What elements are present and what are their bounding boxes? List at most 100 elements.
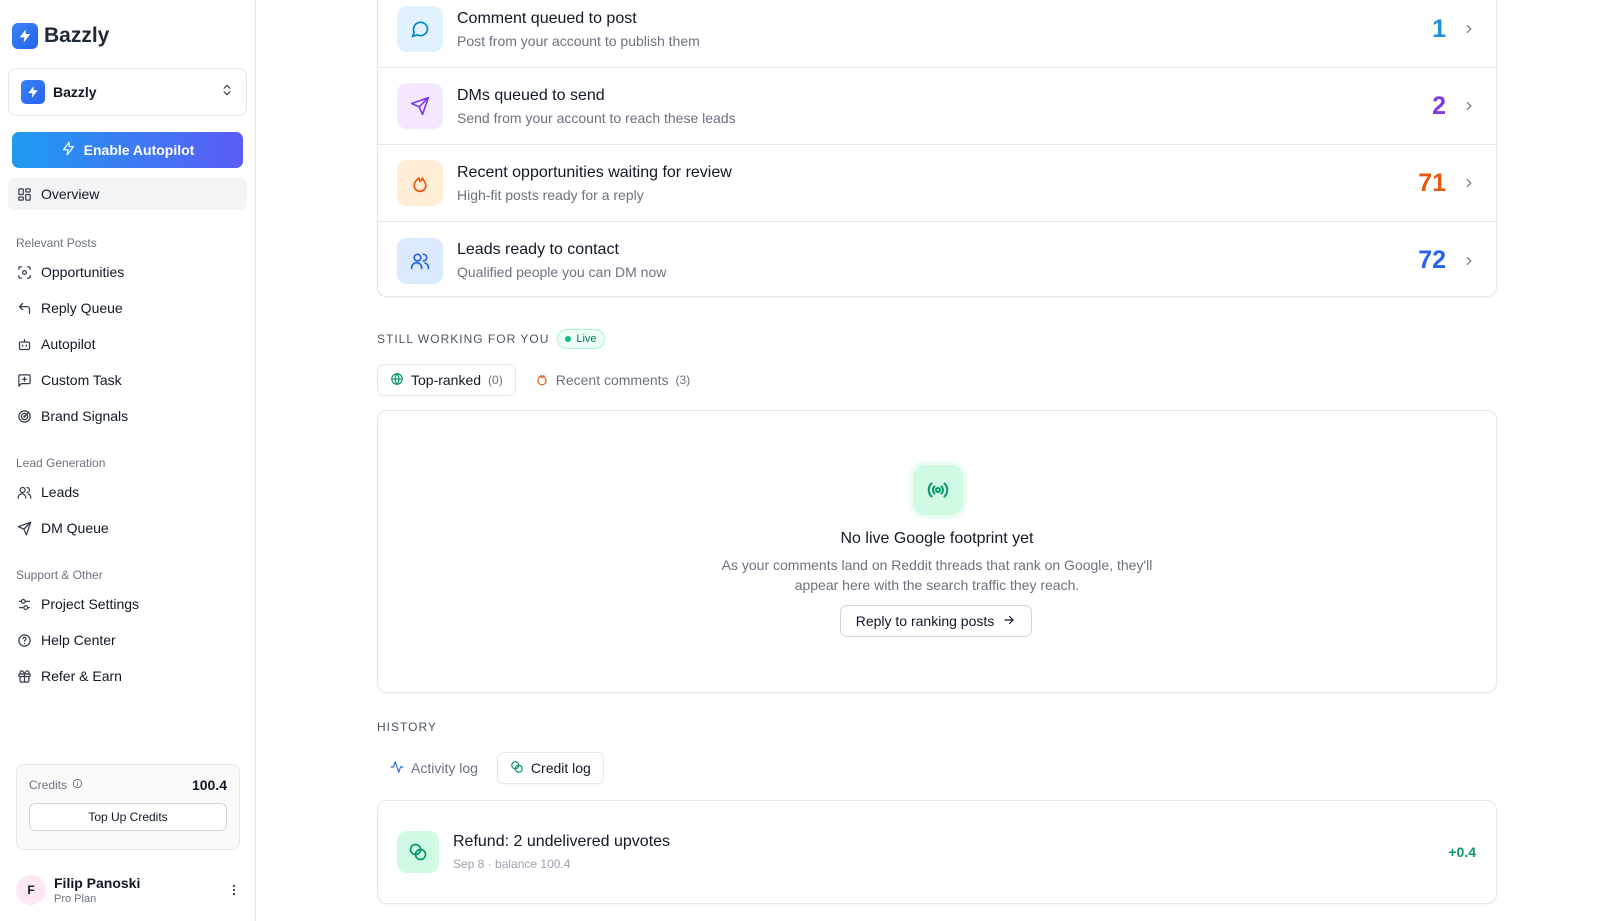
user-meta: Filip Panoski Pro Plan: [54, 875, 218, 905]
help-circle-icon: [16, 632, 32, 648]
tab-label: Credit log: [530, 760, 591, 776]
info-icon[interactable]: [72, 778, 83, 792]
sidebar-item-label: Opportunities: [41, 264, 125, 280]
sidebar-item-leads[interactable]: Leads: [8, 476, 247, 508]
project-lightning-icon: [21, 80, 45, 104]
nav-group-support-other: Support & Other: [16, 568, 103, 582]
coins-icon: [510, 760, 524, 777]
credits-row: Credits 100.4: [29, 777, 227, 793]
sidebar-item-opportunities[interactable]: Opportunities: [8, 256, 247, 288]
user-profile[interactable]: F Filip Panoski Pro Plan: [16, 870, 242, 910]
sidebar-item-dm-queue[interactable]: DM Queue: [8, 512, 247, 544]
enable-autopilot-button[interactable]: Enable Autopilot: [12, 132, 243, 168]
brand[interactable]: Bazzly: [12, 18, 247, 54]
tab-recent-comments[interactable]: Recent comments (3): [522, 364, 704, 396]
tab-label: Top-ranked: [411, 372, 482, 388]
enable-autopilot-label: Enable Autopilot: [83, 142, 195, 158]
scan-search-icon: [16, 264, 32, 280]
sidebar-item-custom-task[interactable]: Custom Task: [8, 364, 247, 396]
coins-icon: [397, 831, 439, 873]
sidebar-item-overview[interactable]: Overview: [8, 178, 247, 210]
live-badge: Live: [557, 329, 605, 349]
queue-row-comments[interactable]: Comment queued to post Post from your ac…: [378, 0, 1496, 68]
row-title: Recent opportunities waiting for review: [457, 163, 732, 181]
user-name: Filip Panoski: [54, 875, 141, 891]
users-icon: [397, 237, 443, 284]
arrow-right-icon: [1002, 613, 1016, 630]
users-icon: [16, 484, 32, 500]
queue-row-dms[interactable]: DMs queued to send Send from your accoun…: [378, 68, 1496, 145]
history-entry-amount: +0.4: [1448, 844, 1476, 860]
top-up-credits-button[interactable]: Top Up Credits: [29, 803, 227, 831]
reply-to-ranking-posts-button[interactable]: Reply to ranking posts: [840, 605, 1032, 637]
main-content: Comment queued to post Post from your ac…: [256, 0, 1618, 921]
empty-state-description: As your comments land on Reddit threads …: [721, 557, 1153, 593]
tab-label: Activity log: [411, 760, 478, 776]
lightning-logo-icon: [12, 23, 38, 49]
globe-icon: [390, 372, 404, 389]
tab-top-ranked[interactable]: Top-ranked (0): [377, 364, 516, 396]
layout-dashboard-icon: [16, 186, 32, 202]
credits-label: Credits: [29, 778, 83, 792]
still-working-section-label: STILL WORKING FOR YOU Live: [377, 329, 605, 349]
tab-activity-log[interactable]: Activity log: [377, 752, 491, 784]
reply-icon: [16, 300, 32, 316]
chevron-right-icon: [1462, 99, 1476, 113]
message-circle-icon: [397, 6, 443, 52]
row-subtitle: High-fit posts ready for a reply: [457, 186, 644, 203]
message-square-plus-icon: [16, 372, 32, 388]
row-subtitle: Send from your account to reach these le…: [457, 109, 736, 126]
sidebar-item-label: Project Settings: [41, 596, 140, 612]
history-section-label: HISTORY: [377, 720, 437, 734]
send-icon: [16, 520, 32, 536]
settings-sliders-icon: [16, 596, 32, 612]
avatar: F: [16, 875, 46, 905]
flame-icon: [535, 372, 549, 389]
history-entry-title: Refund: 2 undelivered upvotes: [453, 833, 671, 850]
sidebar-item-label: Refer & Earn: [41, 668, 122, 684]
sidebar-item-label: Help Center: [41, 632, 116, 648]
row-text: Comment queued to post Post from your ac…: [457, 10, 1432, 49]
section-title: HISTORY: [377, 720, 437, 734]
history-entry: Refund: 2 undelivered upvotes Sep 8 · ba…: [377, 800, 1497, 904]
sidebar-item-brand-signals[interactable]: Brand Signals: [8, 400, 247, 432]
sidebar-item-project-settings[interactable]: Project Settings: [8, 588, 247, 620]
sidebar-item-label: Brand Signals: [41, 408, 129, 424]
history-entry-subtitle: Sep 8 · balance 100.4: [453, 857, 571, 871]
zap-icon: [61, 141, 76, 159]
queue-row-opportunities[interactable]: Recent opportunities waiting for review …: [378, 145, 1496, 222]
live-dot-icon: [565, 336, 572, 342]
flame-icon: [397, 160, 443, 206]
send-icon: [397, 83, 443, 129]
tab-credit-log[interactable]: Credit log: [496, 752, 604, 784]
action-queue-card: Comment queued to post Post from your ac…: [377, 0, 1497, 297]
project-switcher[interactable]: Bazzly: [8, 68, 247, 116]
row-count: 71: [1418, 168, 1446, 197]
row-text: Leads ready to contact Qualified people …: [457, 241, 1418, 280]
row-count: 72: [1418, 246, 1446, 274]
sidebar-item-help-center[interactable]: Help Center: [8, 624, 247, 656]
queue-row-leads[interactable]: Leads ready to contact Qualified people …: [378, 222, 1496, 299]
row-text: Recent opportunities waiting for review …: [457, 164, 1418, 203]
row-count: 2: [1432, 91, 1446, 120]
tab-count: (0): [488, 373, 503, 387]
live-badge-label: Live: [576, 333, 597, 345]
row-title: Leads ready to contact: [457, 241, 619, 258]
sidebar-item-refer-earn[interactable]: Refer & Earn: [8, 660, 247, 692]
sidebar-item-label: Reply Queue: [41, 300, 123, 316]
nav-group-lead-generation: Lead Generation: [16, 456, 106, 470]
sidebar-item-autopilot[interactable]: Autopilot: [8, 328, 247, 360]
radio-signal-icon: [913, 465, 963, 515]
row-title: DMs queued to send: [457, 86, 605, 104]
brand-name: Bazzly: [44, 24, 110, 47]
working-tabs: Top-ranked (0) Recent comments (3): [377, 364, 703, 396]
row-text: DMs queued to send Send from your accoun…: [457, 87, 1432, 126]
sidebar-item-reply-queue[interactable]: Reply Queue: [8, 292, 247, 324]
row-title: Comment queued to post: [457, 9, 637, 27]
empty-state-title: No live Google footprint yet: [840, 530, 1034, 547]
more-vertical-icon[interactable]: [226, 882, 242, 898]
credits-label-text: Credits: [29, 778, 68, 792]
sidebar-item-label: Autopilot: [41, 336, 96, 352]
chevron-right-icon: [1462, 176, 1476, 190]
row-count: 1: [1432, 14, 1446, 43]
